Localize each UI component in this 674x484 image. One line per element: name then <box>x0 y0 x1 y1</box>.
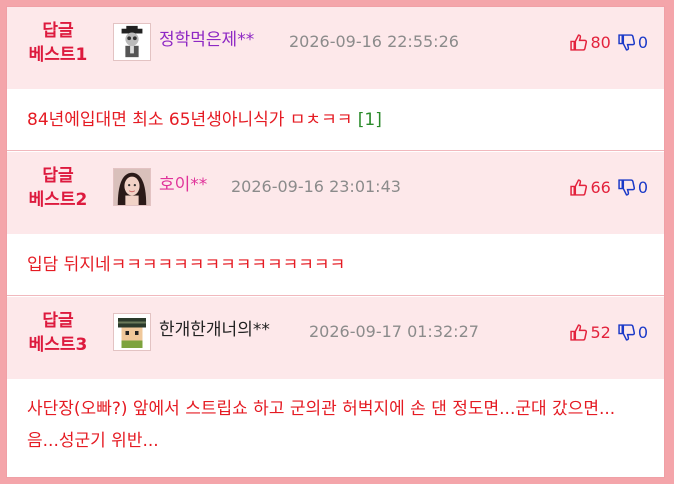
best-reply-badge: 답글 베스트3 <box>21 309 95 357</box>
vote-box: 52 0 <box>570 321 648 343</box>
pixel-soldier-avatar-icon[interactable] <box>113 313 151 351</box>
comment-content: 사단장(오빠?) 앞에서 스트립쇼 하고 군의관 허벅지에 손 댄 정도면...… <box>27 399 616 451</box>
best-reply-badge: 답글 베스트1 <box>21 19 95 67</box>
upvote-count: 52 <box>590 322 611 342</box>
comment-text: 입담 뒤지네ㅋㅋㅋㅋㅋㅋㅋㅋㅋㅋㅋㅋㅋㅋㅋ <box>27 249 646 281</box>
thumbs-down-icon[interactable] <box>618 178 635 196</box>
best-label-rank: 베스트1 <box>28 45 88 65</box>
downvote-count: 0 <box>637 177 648 197</box>
comment-header: 답글 베스트1 정학먹은제** 2026-09-16 22:55:26 80 0 <box>7 7 664 90</box>
upvote-count: 66 <box>590 177 611 197</box>
comment-header: 답글 베스트3 한개한개너의** 2026-09-17 01:32:27 52 … <box>7 297 664 380</box>
best-replies-panel: 답글 베스트1 정학먹은제** 2026-09-16 22:55:26 80 0… <box>6 6 665 478</box>
thumbs-up-icon[interactable] <box>570 178 588 196</box>
comment-date: 2026-09-16 22:55:26 <box>289 32 459 51</box>
woman-photo-avatar-icon[interactable] <box>113 168 151 206</box>
thumbs-down-icon[interactable] <box>618 33 635 51</box>
best-label-rank: 베스트3 <box>28 335 88 355</box>
nickname[interactable]: 한개한개너의** <box>159 319 270 341</box>
comment-content: 84년에입대면 최소 65년생아니식가 ㅁㅊㅋㅋ <box>27 110 353 130</box>
downvote-count: 0 <box>637 32 648 52</box>
comment-header: 답글 베스트2 호이** 2026-09-16 23:01:43 66 0 <box>7 152 664 235</box>
best-label-rank: 베스트2 <box>28 190 88 210</box>
nickname[interactable]: 호이** <box>159 174 207 196</box>
vote-box: 80 0 <box>570 31 648 53</box>
comment-body: 84년에입대면 최소 65년생아니식가 ㅁㅊㅋㅋ [1] <box>7 89 664 151</box>
vote-box: 66 0 <box>570 176 648 198</box>
comment-body: 사단장(오빠?) 앞에서 스트립쇼 하고 군의관 허벅지에 손 댄 정도면...… <box>7 379 664 477</box>
professor-avatar-icon[interactable] <box>113 23 151 61</box>
comment-body: 입담 뒤지네ㅋㅋㅋㅋㅋㅋㅋㅋㅋㅋㅋㅋㅋㅋㅋ <box>7 234 664 296</box>
comment-text: 사단장(오빠?) 앞에서 스트립쇼 하고 군의관 허벅지에 손 댄 정도면...… <box>27 393 646 457</box>
best-reply-badge: 답글 베스트2 <box>21 164 95 212</box>
upvote-count: 80 <box>590 32 611 52</box>
comment-date: 2026-09-17 01:32:27 <box>309 322 479 341</box>
downvote-count: 0 <box>637 322 648 342</box>
best-label-reply: 답글 <box>42 311 74 331</box>
best-label-reply: 답글 <box>42 166 74 186</box>
comment-date: 2026-09-16 23:01:43 <box>231 177 401 196</box>
best-label-reply: 답글 <box>42 21 74 41</box>
comment-text: 84년에입대면 최소 65년생아니식가 ㅁㅊㅋㅋ [1] <box>27 104 646 136</box>
comment-content: 입담 뒤지네ㅋㅋㅋㅋㅋㅋㅋㅋㅋㅋㅋㅋㅋㅋㅋ <box>27 255 346 275</box>
thumbs-down-icon[interactable] <box>618 323 635 341</box>
nickname[interactable]: 정학먹은제** <box>159 29 254 51</box>
thumbs-up-icon[interactable] <box>570 33 588 51</box>
reply-count-link[interactable]: [1] <box>358 110 382 130</box>
thumbs-up-icon[interactable] <box>570 323 588 341</box>
